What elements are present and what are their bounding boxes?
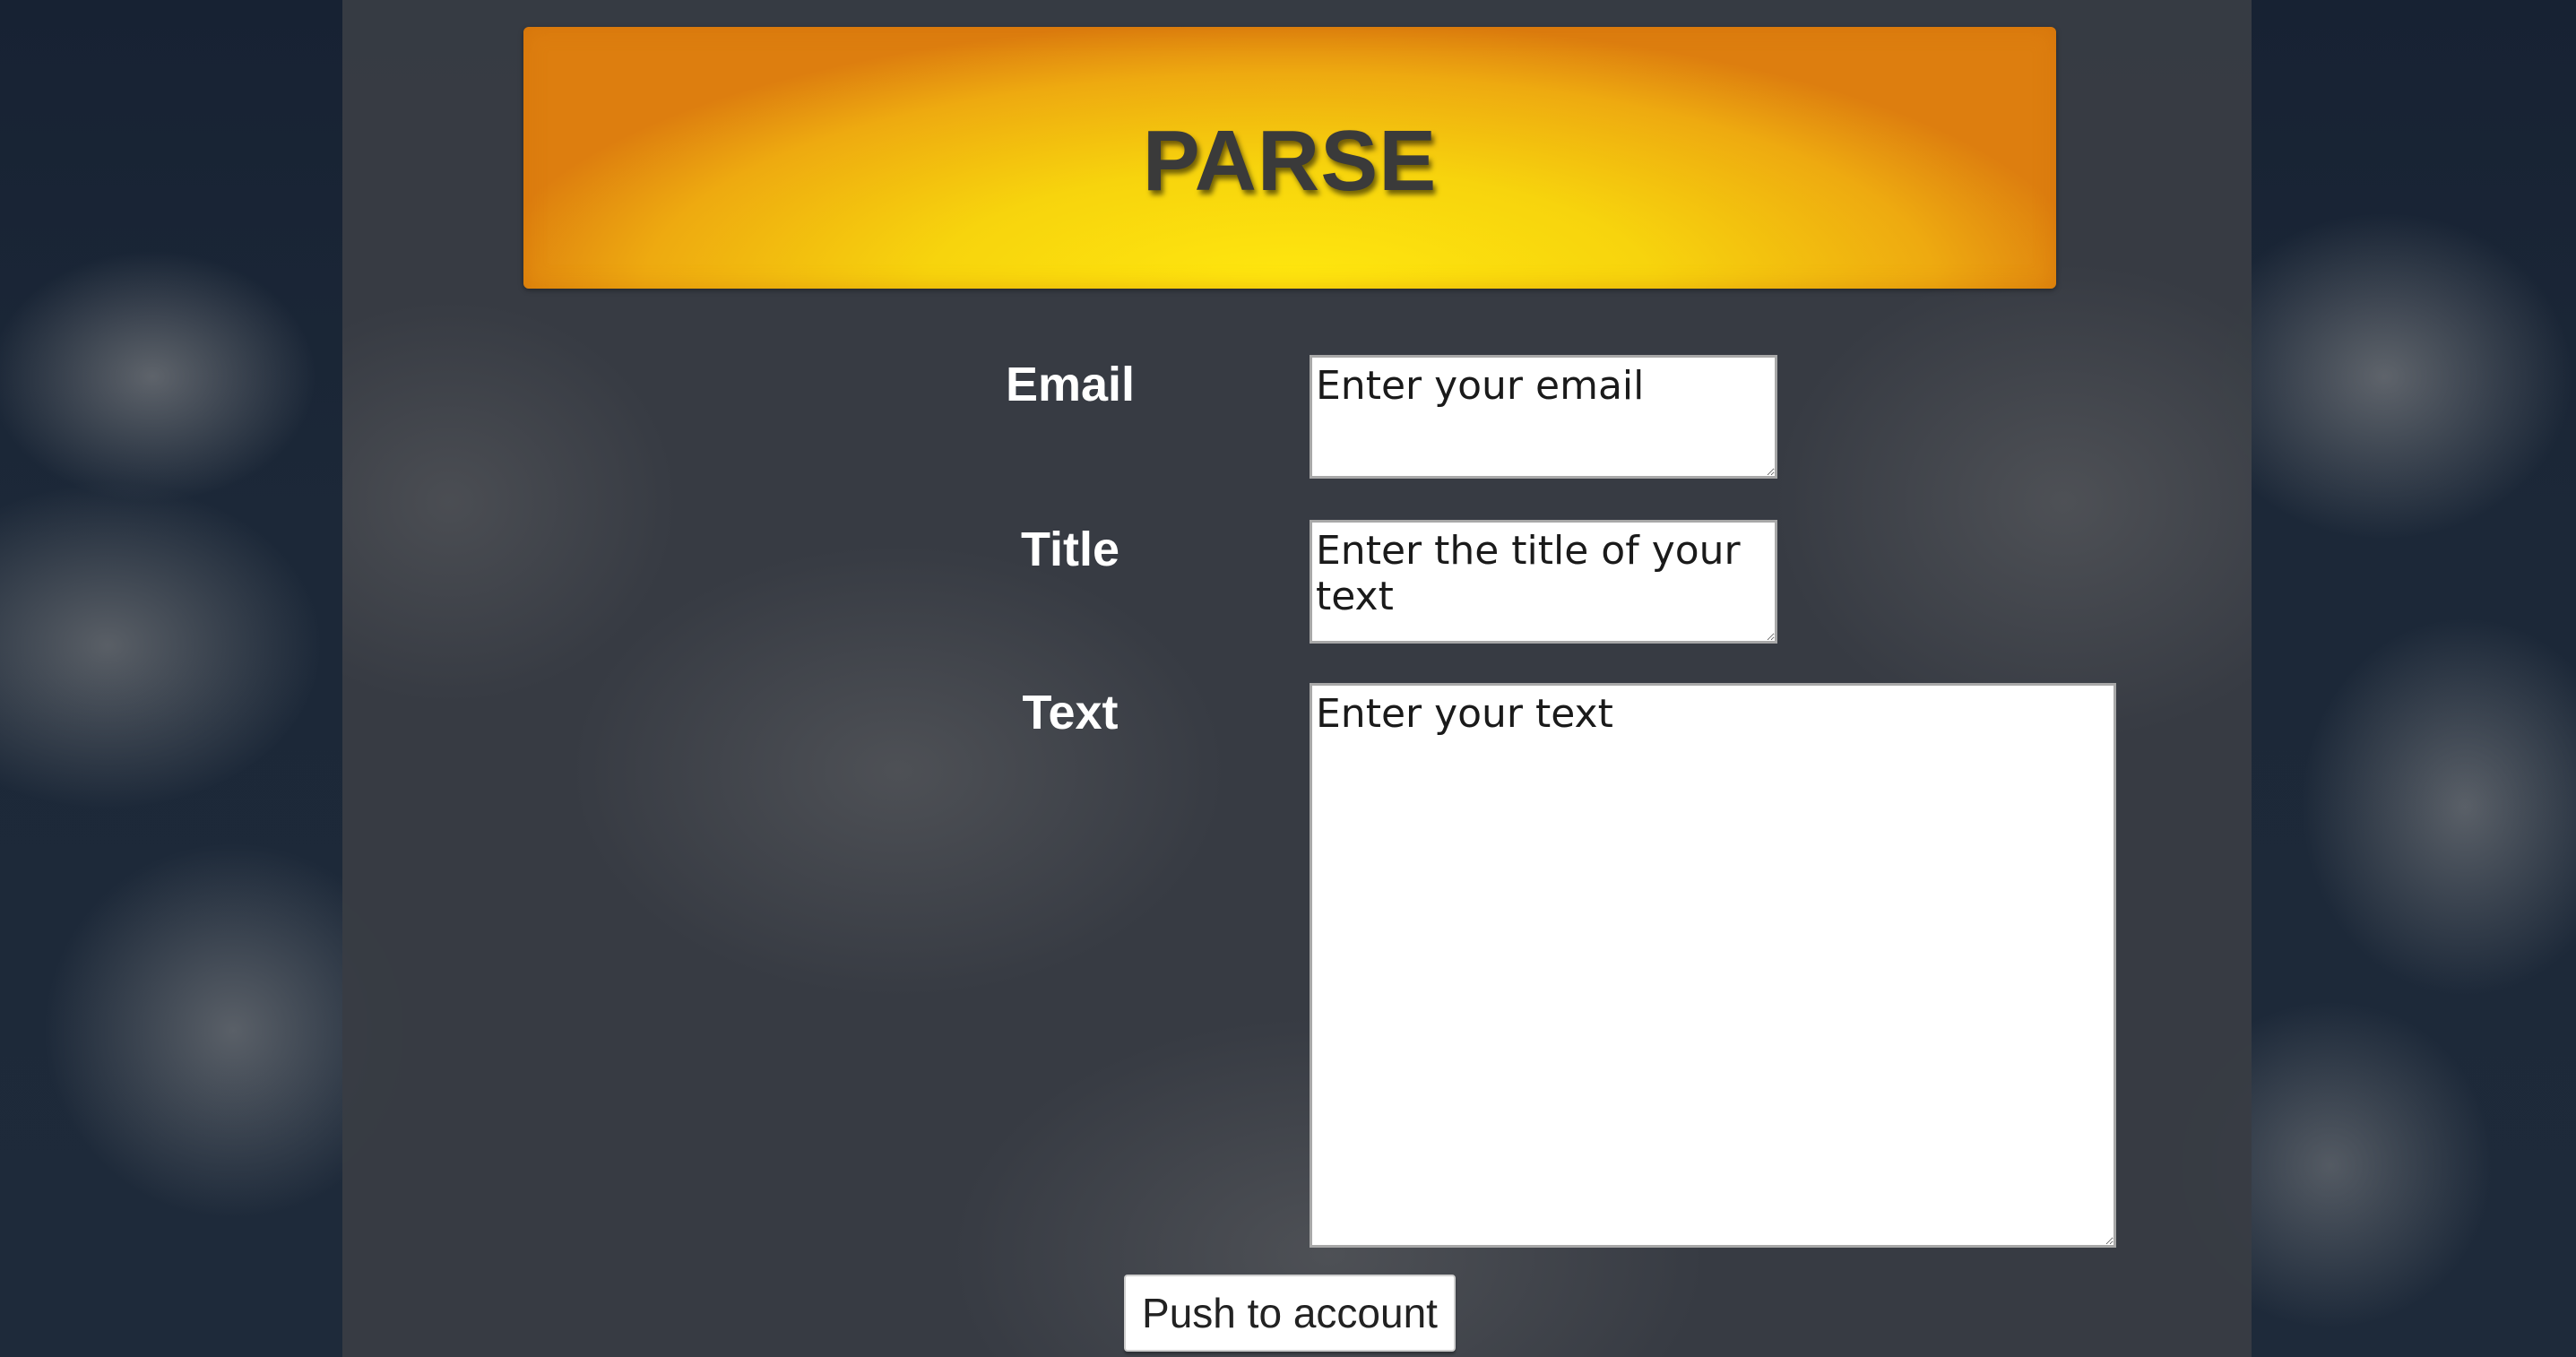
header-banner: PARSE	[523, 27, 2056, 289]
text-field[interactable]	[1310, 683, 2116, 1248]
push-to-account-button[interactable]: Push to account	[1124, 1275, 1456, 1352]
text-label: Text	[1022, 686, 1119, 739]
email-label: Email	[1005, 358, 1136, 411]
page-title: PARSE	[1142, 113, 1438, 209]
title-field[interactable]	[1310, 520, 1777, 644]
title-label: Title	[1020, 523, 1120, 576]
email-field[interactable]	[1310, 355, 1777, 479]
